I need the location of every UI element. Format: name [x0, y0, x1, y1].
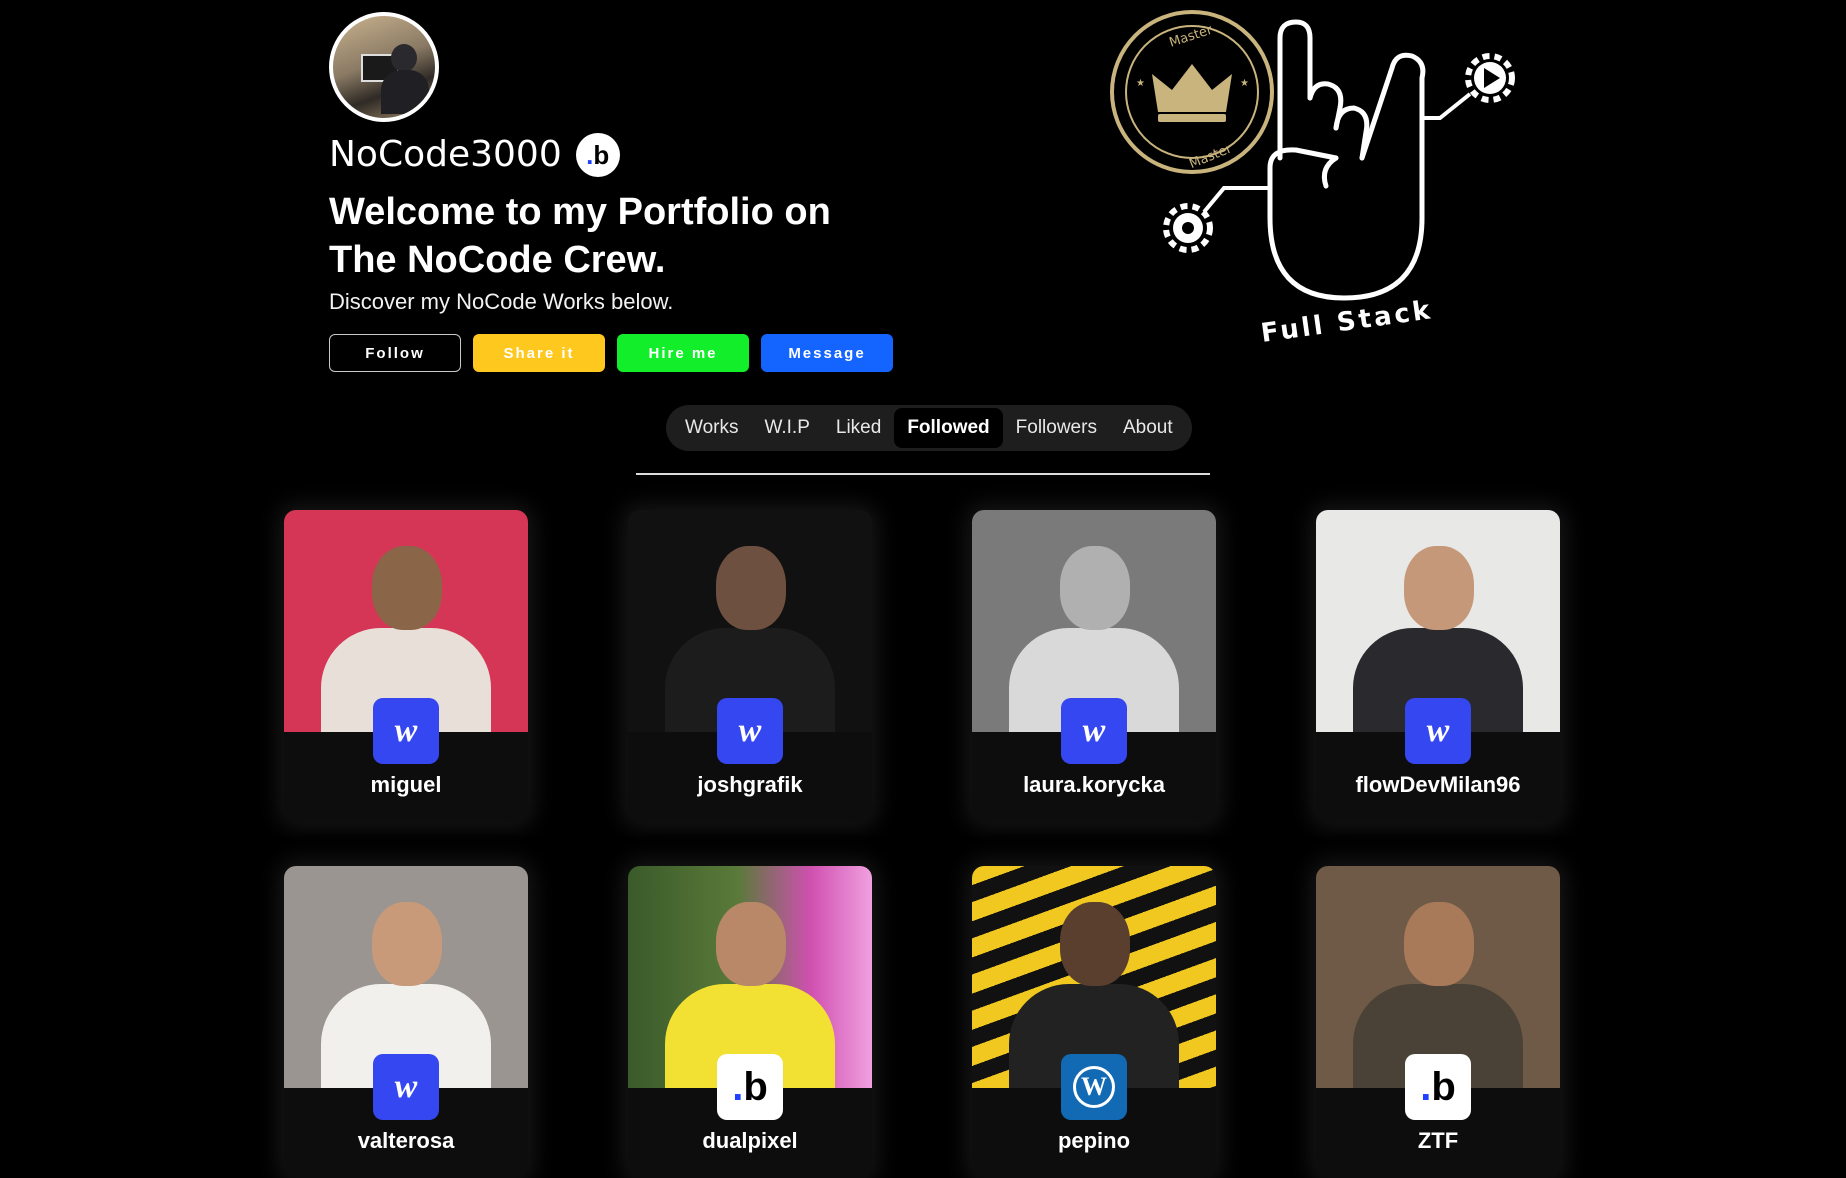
- webflow-icon: w: [373, 1054, 439, 1120]
- bubble-badge-icon: .b: [575, 133, 620, 177]
- profile-subline: Discover my NoCode Works below.: [329, 289, 674, 314]
- tab-wip[interactable]: W.I.P: [751, 408, 822, 448]
- followed-card[interactable]: w miguel: [284, 510, 528, 822]
- profile-headline: Welcome to my Portfolio on The NoCode Cr…: [329, 191, 831, 281]
- followed-username[interactable]: miguel: [284, 772, 528, 798]
- avatar-figure-body: [381, 70, 429, 114]
- followed-card[interactable]: w joshgrafik: [628, 510, 872, 822]
- rock-hand-icon: [1267, 19, 1426, 301]
- followed-username[interactable]: dualpixel: [628, 1128, 872, 1154]
- profile-name-row: NoCode3000 .b: [329, 132, 620, 178]
- svg-text:★: ★: [1240, 78, 1249, 89]
- tab-liked[interactable]: Liked: [823, 408, 894, 448]
- tab-works[interactable]: Works: [672, 408, 751, 448]
- badge-bottom-text: Master: [1187, 141, 1234, 172]
- avatar-figure-head: [391, 44, 417, 72]
- profile-actions: Follow Share it Hire me Message: [329, 334, 893, 372]
- message-button[interactable]: Message: [761, 334, 893, 372]
- tabs-divider: [636, 473, 1210, 475]
- hire-me-button[interactable]: Hire me: [617, 334, 749, 372]
- followed-card[interactable]: .b dualpixel: [628, 866, 872, 1178]
- profile-username: NoCode3000: [329, 134, 562, 175]
- cog-gear-icon: [1163, 186, 1270, 253]
- profile-avatar[interactable]: [329, 12, 439, 122]
- wordpress-icon: W: [1061, 1054, 1127, 1120]
- followed-card[interactable]: w flowDevMilan96: [1316, 510, 1560, 822]
- profile-tabs: Works W.I.P Liked Followed Followers Abo…: [666, 405, 1192, 451]
- followed-username[interactable]: ZTF: [1316, 1128, 1560, 1154]
- svg-text:★: ★: [1136, 78, 1145, 89]
- followed-username[interactable]: laura.korycka: [972, 772, 1216, 798]
- followed-card[interactable]: W pepino: [972, 866, 1216, 1178]
- full-stack-caption: Full Stack: [1259, 295, 1435, 348]
- webflow-icon: w: [1405, 698, 1471, 764]
- followed-username[interactable]: joshgrafik: [628, 772, 872, 798]
- full-stack-hand-illustration: Master Master ★ ★ Full Stack: [1110, 10, 1515, 348]
- bubble-icon: .b: [1405, 1054, 1471, 1120]
- followed-username[interactable]: valterosa: [284, 1128, 528, 1154]
- followed-card[interactable]: .b ZTF: [1316, 866, 1560, 1178]
- webflow-icon: w: [1061, 698, 1127, 764]
- followed-card[interactable]: w laura.korycka: [972, 510, 1216, 822]
- followed-card[interactable]: w valterosa: [284, 866, 528, 1178]
- webflow-icon: w: [373, 698, 439, 764]
- master-crown-badge-icon: Master Master ★ ★: [1110, 10, 1274, 174]
- tab-about[interactable]: About: [1110, 408, 1186, 448]
- follow-button[interactable]: Follow: [329, 334, 461, 372]
- followed-username[interactable]: pepino: [972, 1128, 1216, 1154]
- play-gear-icon: [1422, 53, 1515, 120]
- tab-followed[interactable]: Followed: [894, 408, 1003, 448]
- followed-username[interactable]: flowDevMilan96: [1316, 772, 1560, 798]
- tab-followers[interactable]: Followers: [1003, 408, 1110, 448]
- bubble-icon: .b: [717, 1054, 783, 1120]
- share-button[interactable]: Share it: [473, 334, 605, 372]
- webflow-icon: w: [717, 698, 783, 764]
